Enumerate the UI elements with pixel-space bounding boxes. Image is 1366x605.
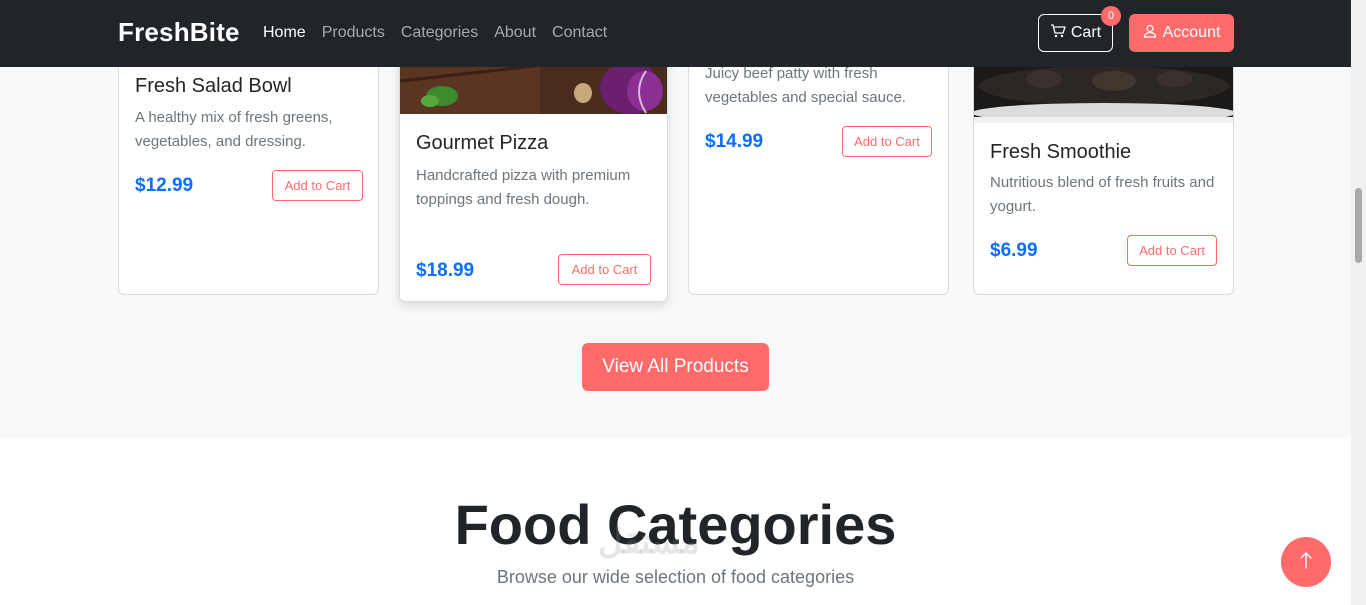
product-price: $6.99 (990, 240, 1038, 261)
add-to-cart-button[interactable]: Add to Cart (1127, 235, 1217, 266)
account-button[interactable]: Account (1129, 14, 1234, 52)
view-all-products-button[interactable]: View All Products (582, 343, 769, 391)
product-price: $12.99 (135, 175, 194, 196)
nav-link-home[interactable]: Home (263, 24, 306, 42)
product-title: Fresh Smoothie (990, 141, 1132, 163)
user-icon (1143, 24, 1157, 43)
product-title: Gourmet Pizza (416, 132, 549, 154)
brand-logo[interactable]: FreshBite (118, 17, 240, 48)
categories-subtitle: Browse our wide selection of food catego… (496, 567, 855, 587)
account-label: Account (1162, 24, 1221, 41)
nav-link-products[interactable]: Products (322, 24, 385, 42)
product-price: $18.99 (416, 260, 475, 281)
nav-link-categories[interactable]: Categories (401, 24, 478, 42)
product-card-smoothie: Fresh Smoothie Nutritious blend of fresh… (973, 40, 1234, 295)
arrow-up-icon (1298, 551, 1314, 574)
product-price: $14.99 (705, 131, 764, 152)
navbar: FreshBite Home Products Categories About… (0, 0, 1351, 67)
product-title: Fresh Salad Bowl (135, 75, 292, 97)
product-card-salad: Fresh Salad Bowl A healthy mix of fresh … (118, 40, 379, 295)
watermark: مستقل (598, 523, 700, 561)
cart-label: Cart (1070, 24, 1102, 41)
product-description: Juicy beef patty with fresh vegetables a… (705, 65, 906, 106)
page-scrollbar[interactable] (1351, 0, 1366, 605)
product-description: A healthy mix of fresh greens, vegetable… (135, 109, 333, 150)
nav-links: Home Products Categories About Contact (263, 24, 607, 42)
scrollbar-thumb[interactable] (1355, 188, 1362, 263)
add-to-cart-button[interactable]: Add to Cart (272, 170, 363, 201)
back-to-top-button[interactable] (1281, 537, 1331, 587)
cart-count-badge: 0 (1101, 6, 1121, 26)
product-description: Handcrafted pizza with premium toppings … (416, 167, 631, 208)
add-to-cart-button[interactable]: Add to Cart (842, 126, 932, 157)
product-card-pizza: Gourmet Pizza Handcrafted pizza with pre… (399, 40, 668, 302)
add-to-cart-button[interactable]: Add to Cart (558, 254, 651, 285)
cart-icon (1050, 23, 1066, 44)
nav-link-contact[interactable]: Contact (552, 24, 607, 42)
nav-link-about[interactable]: About (494, 24, 536, 42)
product-description: Nutritious blend of fresh fruits and yog… (990, 174, 1215, 215)
